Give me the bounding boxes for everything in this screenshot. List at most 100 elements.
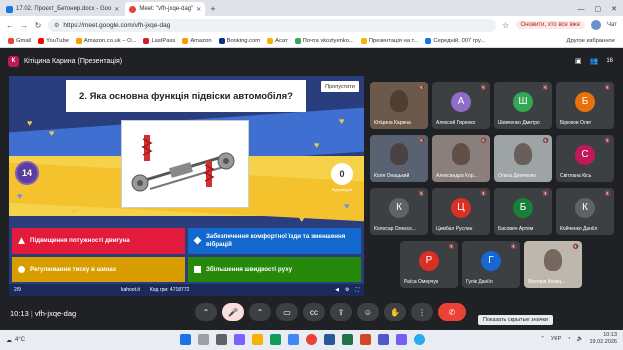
skip-button[interactable]: Пропустити bbox=[321, 81, 359, 92]
site-info-icon[interactable]: ⚙ bbox=[54, 22, 59, 29]
files-icon[interactable] bbox=[252, 334, 263, 345]
captions-button[interactable]: cc bbox=[303, 303, 325, 321]
more-options-button[interactable]: ⋮ bbox=[411, 303, 433, 321]
weather-widget[interactable]: ☁ 4°C bbox=[0, 337, 25, 344]
close-window-icon[interactable]: ✕ bbox=[611, 5, 617, 13]
search-icon[interactable] bbox=[198, 334, 209, 345]
bookmark-item[interactable]: Amazon bbox=[182, 37, 212, 44]
other-bookmarks[interactable]: Другое избранное bbox=[567, 38, 615, 44]
bookmark-item[interactable]: Amazon.co.uk – О... bbox=[75, 37, 136, 44]
bookmark-icon bbox=[38, 37, 45, 44]
raise-hand-button[interactable]: ✋ bbox=[384, 303, 406, 321]
store-icon[interactable] bbox=[288, 334, 299, 345]
start-icon[interactable] bbox=[180, 334, 191, 345]
participant-tile[interactable]: Ц 🔇 Цимбал Руслан bbox=[432, 188, 490, 235]
participant-tile[interactable]: 🔇 Коля Онацький bbox=[370, 135, 428, 182]
participant-tile[interactable]: 🔇 Александра Кор... bbox=[432, 135, 490, 182]
wifi-icon[interactable]: ◔ bbox=[567, 336, 570, 342]
bookmark-icon bbox=[143, 37, 150, 44]
bookmark-item[interactable]: YouTube bbox=[38, 37, 69, 44]
mic-off-button[interactable]: 🎤 bbox=[222, 303, 244, 321]
cloud-icon: ☁ bbox=[6, 337, 12, 344]
taskbar: ☁ 4°C ⌃ УКР ◔ 🔈 10:13 19.02.2026 bbox=[0, 330, 623, 350]
participant-avatar: Б bbox=[513, 197, 533, 218]
participant-tile[interactable]: К 🔇 Койченко Даніїл bbox=[556, 188, 614, 235]
participant-tile[interactable]: Г 🔇 Гулік Даніїл bbox=[462, 241, 520, 288]
forward-icon[interactable]: → bbox=[20, 21, 28, 30]
update-button[interactable]: Оновити, хто все вже bbox=[515, 21, 586, 29]
fullscreen-icon[interactable]: ⛶ bbox=[355, 287, 359, 293]
participant-tile[interactable]: 🔇 Вікторія Козиц... bbox=[524, 241, 582, 288]
close-icon[interactable]: ✕ bbox=[114, 6, 119, 13]
reload-icon[interactable]: ↻ bbox=[34, 21, 42, 30]
bookmark-item[interactable]: Асат bbox=[267, 37, 288, 44]
mic-options-button[interactable]: ⌃ bbox=[195, 303, 217, 321]
reactions-button[interactable]: ☺ bbox=[357, 303, 379, 321]
language-indicator[interactable]: УКР bbox=[551, 336, 561, 342]
bookmark-icon bbox=[182, 37, 189, 44]
chat-button[interactable]: Чат bbox=[607, 22, 617, 28]
mic-off-icon: 🔇 bbox=[448, 244, 455, 250]
address-bar: ← → ↻ ⚙ https://meet.google.com/vfh-jxqe… bbox=[0, 16, 623, 34]
edge-icon[interactable] bbox=[270, 334, 281, 345]
profile-avatar[interactable] bbox=[591, 20, 602, 30]
meet-controls: 10:13 | vfh-jxqe-dag ⌃ 🎤 ⌃ ▭ cc ⇪ ☺ ✋ ⋮ … bbox=[0, 299, 623, 330]
browser-tab-meet[interactable]: Meet: "vfh-jxqe-dag" ✕ bbox=[125, 2, 206, 16]
presenter-title: Кітіцина Карина (Презентація) bbox=[24, 57, 123, 65]
answer-option[interactable]: Збільшення швидкості руху bbox=[188, 256, 361, 282]
camera-button[interactable]: ▭ bbox=[276, 303, 298, 321]
powerpoint-icon[interactable] bbox=[360, 334, 371, 345]
participant-tile[interactable]: 🔇 Ольга Демченко bbox=[494, 135, 552, 182]
answer-option[interactable]: Підвищення потужності двигуна bbox=[12, 228, 185, 254]
excel-icon[interactable] bbox=[342, 334, 353, 345]
answer-option[interactable]: Регулювання тиску в шинах bbox=[12, 256, 185, 282]
people-count-icon[interactable]: 👥 bbox=[590, 57, 599, 65]
volume-icon[interactable]: 🔈 bbox=[577, 336, 584, 342]
timer: 14 bbox=[15, 161, 39, 185]
participant-tile[interactable]: Р 🔇 Раїса Омерчук bbox=[400, 241, 458, 288]
teams-icon[interactable] bbox=[378, 334, 389, 345]
answer-option[interactable]: Забезпечення комфортної їзди та зменшенн… bbox=[188, 228, 361, 254]
minimize-icon[interactable]: — bbox=[578, 6, 585, 13]
system-tray: ⌃ УКР ◔ 🔈 10:13 19.02.2026 bbox=[540, 332, 617, 346]
participant-tile[interactable]: Ш 🔇 Шевченко Дмитро bbox=[494, 82, 552, 129]
back-icon[interactable]: ← bbox=[6, 21, 14, 30]
participant-tile[interactable]: Б 🔇 Бірюков Олег bbox=[556, 82, 614, 129]
participant-tile[interactable]: К 🔇 Колосар Олексе... bbox=[370, 188, 428, 235]
bookmark-item[interactable]: Gmail bbox=[8, 37, 31, 44]
tooltip: Показать скрытые значки bbox=[478, 315, 553, 325]
heart-icon: ♥ bbox=[27, 118, 33, 128]
volume-icon[interactable]: ◀ bbox=[335, 287, 339, 293]
bookmark-item[interactable]: Почта vkozlyenko... bbox=[294, 37, 354, 44]
participant-tile[interactable]: С 🔇 Світлана Кісь bbox=[556, 135, 614, 182]
close-icon[interactable]: ✕ bbox=[196, 6, 201, 13]
bookmark-item[interactable]: LastPass bbox=[143, 37, 175, 44]
settings-icon[interactable]: ⚙ bbox=[345, 287, 349, 293]
chat-app-icon[interactable] bbox=[234, 334, 245, 345]
telegram-icon[interactable] bbox=[414, 334, 425, 345]
bookmark-item[interactable]: Середній, 007 гру... bbox=[425, 37, 485, 44]
maximize-icon[interactable]: ▢ bbox=[595, 5, 602, 13]
word-icon[interactable] bbox=[324, 334, 335, 345]
layout-icon[interactable]: ▣ bbox=[575, 57, 582, 65]
participant-tile[interactable]: А 🔇 Алексей Гиренко bbox=[432, 82, 490, 129]
present-button[interactable]: ⇪ bbox=[330, 303, 352, 321]
chevron-up-icon[interactable]: ⌃ bbox=[540, 336, 545, 342]
clock[interactable]: 10:13 19.02.2026 bbox=[589, 332, 617, 346]
heart-icon: ♥ bbox=[49, 128, 55, 138]
participant-name: Шевченко Дмитро bbox=[498, 120, 540, 126]
chrome-icon[interactable] bbox=[306, 334, 317, 345]
camera-options-button[interactable]: ⌃ bbox=[249, 303, 271, 321]
bookmark-item[interactable]: Презентація на т... bbox=[360, 37, 418, 44]
browser-tab-docs[interactable]: 17.02. Проєкт_Бетонир.docx - Goo ✕ bbox=[2, 2, 123, 16]
new-tab-button[interactable]: + bbox=[210, 2, 215, 16]
task-view-icon[interactable] bbox=[216, 334, 227, 345]
participant-tile[interactable]: 🔇 Кітіцина Карина bbox=[370, 82, 428, 129]
bookmark-item[interactable]: Booking.com bbox=[218, 37, 260, 44]
url-input[interactable]: ⚙ https://meet.google.com/vfh-jxqe-dag bbox=[48, 18, 496, 32]
star-icon[interactable]: ☆ bbox=[502, 21, 510, 30]
leave-call-button[interactable]: ✆ bbox=[438, 303, 466, 321]
viber-icon[interactable] bbox=[396, 334, 407, 345]
participant-tile[interactable]: Б 🔇 Басович Артем bbox=[494, 188, 552, 235]
participant-avatar: Р bbox=[419, 250, 439, 271]
